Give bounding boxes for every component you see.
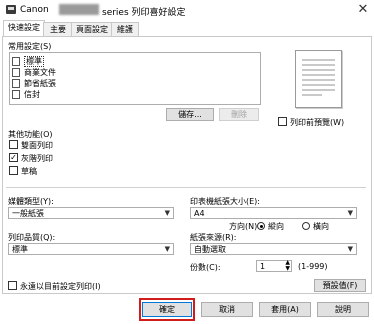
- duplex-label: 雙面列印: [21, 141, 53, 150]
- paper-size-select[interactable]: A4 ▼: [190, 207, 357, 219]
- copies-value: 1: [260, 262, 266, 271]
- media-type-select[interactable]: 一般紙張 ▼: [8, 207, 174, 219]
- title-bar: [0, 0, 374, 20]
- copies-range: (1-999): [298, 262, 328, 271]
- apply-button[interactable]: 套用(A): [259, 302, 311, 317]
- list-item[interactable]: 節省紙張: [12, 78, 252, 89]
- delete-button[interactable]: 刪除: [219, 108, 259, 121]
- chevron-down-icon: ▼: [347, 209, 353, 217]
- help-button[interactable]: 說明: [317, 302, 369, 317]
- document-icon: [12, 68, 20, 77]
- common-settings-list[interactable]: 標準 商業文件 節省紙張 信封: [9, 52, 261, 105]
- cancel-button[interactable]: 取消: [201, 302, 253, 317]
- portrait-radio[interactable]: [257, 222, 265, 230]
- list-item[interactable]: 信封: [12, 89, 252, 100]
- preview-before-print-checkbox[interactable]: [278, 117, 287, 126]
- paper-size-label: 印表機紙張大小(E):: [190, 197, 260, 206]
- media-type-label: 媒體類型(Y):: [8, 197, 54, 206]
- section-divider: [6, 187, 366, 188]
- page-preview: [295, 50, 342, 108]
- document-icon: [12, 57, 20, 66]
- preview-before-print-label: 列印前預覽(W): [290, 118, 345, 127]
- document-icon: [12, 79, 20, 88]
- defaults-button[interactable]: 預設值(F): [314, 279, 366, 292]
- draft-checkbox[interactable]: [9, 166, 18, 175]
- print-quality-label: 列印品質(Q):: [8, 233, 56, 242]
- landscape-radio[interactable]: [302, 222, 310, 230]
- copies-stepper[interactable]: 1 ▲ ▼: [256, 260, 292, 272]
- copies-label: 份數(C):: [190, 263, 221, 272]
- close-icon[interactable]: ✕: [355, 2, 371, 18]
- always-print-checkbox[interactable]: [8, 281, 17, 290]
- save-button[interactable]: 儲存...: [166, 108, 214, 121]
- always-print-label: 永遠以目前設定列印(I): [20, 282, 101, 291]
- ok-button[interactable]: 確定: [142, 302, 192, 317]
- list-item[interactable]: 商業文件: [12, 67, 252, 78]
- list-item[interactable]: 標準: [12, 56, 252, 67]
- window-title-prefix: Canon: [20, 5, 49, 15]
- redacted-model-name: [59, 4, 99, 15]
- portrait-label: 縱向: [268, 222, 284, 231]
- grayscale-label: 灰階列印: [21, 154, 53, 163]
- chevron-down-icon: ▼: [164, 245, 170, 253]
- landscape-label: 橫向: [313, 222, 329, 231]
- grayscale-checkbox[interactable]: ✓: [9, 153, 18, 162]
- duplex-checkbox[interactable]: [9, 140, 18, 149]
- window-title-suffix: series 列印喜好設定: [102, 8, 186, 18]
- other-features-label: 其他功能(O): [8, 130, 53, 139]
- tab-main[interactable]: 主要: [43, 22, 73, 37]
- tab-maintenance[interactable]: 維護: [111, 22, 139, 37]
- common-settings-label: 常用設定(S): [8, 42, 52, 51]
- tab-page-setup[interactable]: 頁面設定: [71, 22, 113, 37]
- paper-source-select[interactable]: 自動選取 ▼: [190, 243, 357, 255]
- chevron-down-icon: ▼: [164, 209, 170, 217]
- chevron-down-icon: ▼: [347, 245, 353, 253]
- draft-label: 草稿: [21, 167, 37, 176]
- envelope-icon: [12, 90, 20, 99]
- stepper-arrows-icon[interactable]: ▲ ▼: [285, 260, 290, 272]
- print-quality-select[interactable]: 標準 ▼: [8, 243, 174, 255]
- orientation-label: 方向(N):: [229, 222, 260, 231]
- printer-app-icon: [6, 5, 16, 14]
- paper-source-label: 紙張來源(R):: [190, 233, 237, 242]
